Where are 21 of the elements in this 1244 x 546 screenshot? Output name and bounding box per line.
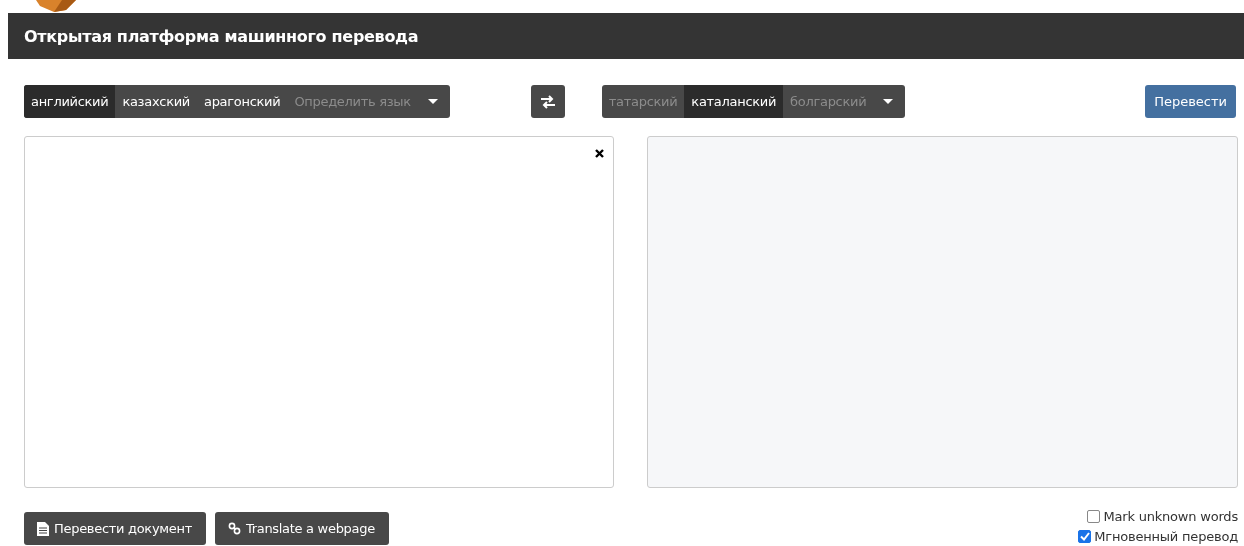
translate-webpage-button[interactable]: Translate a webpage — [214, 512, 389, 545]
translate-button[interactable]: Перевести — [1145, 85, 1236, 118]
language-tab[interactable]: казахский — [115, 85, 197, 118]
logo-icon — [36, 0, 76, 12]
swap-button[interactable] — [530, 85, 565, 118]
checkbox[interactable] — [1087, 510, 1101, 523]
checkbox-label[interactable]: Мгновенный перевод — [1094, 529, 1238, 544]
language-tab[interactable]: английский — [24, 85, 116, 118]
checkbox-label[interactable]: Mark unknown words — [1103, 509, 1238, 524]
close-icon[interactable] — [595, 149, 604, 158]
document-icon — [37, 521, 49, 536]
translate-document-button[interactable]: Перевести документ — [24, 512, 206, 545]
caret-icon[interactable] — [883, 98, 894, 105]
language-tab[interactable]: арагонский — [197, 85, 288, 118]
caret-icon[interactable] — [427, 98, 438, 105]
header-title: Открытая платформа машинного перевода — [24, 26, 419, 46]
language-tab[interactable]: каталанский — [684, 85, 784, 118]
source-text-field[interactable] — [24, 136, 614, 488]
link-icon — [227, 522, 241, 535]
checkbox[interactable] — [1078, 530, 1092, 543]
swap-icon — [539, 94, 556, 109]
